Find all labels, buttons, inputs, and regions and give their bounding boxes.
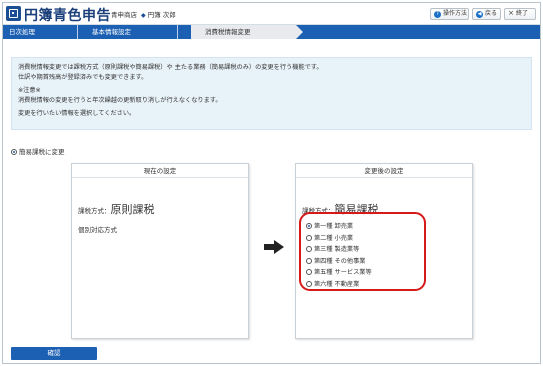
- business-type-option-4[interactable]: 第四種 その他事業: [306, 256, 424, 268]
- radio-icon: [306, 280, 312, 287]
- current-tax-method: 課税方式：原則課税: [78, 201, 155, 217]
- back-button[interactable]: ◀ 戻る: [472, 8, 501, 20]
- simplified-tax-radio-label: 簡易課税に変更: [19, 148, 65, 156]
- new-settings-title: 変更後の設定: [296, 164, 472, 178]
- new-settings-panel: 変更後の設定 課税方式：簡易課税 第一種 卸売業 第二種 小売業 第三種 製造業…: [295, 163, 473, 339]
- info-note-title: ※注意※: [18, 87, 41, 94]
- option-label: 第六種 不動産業: [314, 280, 360, 288]
- breadcrumb-tax-info-change: 消費税情報変更: [191, 25, 296, 39]
- user-icon: ◆: [141, 12, 146, 19]
- app-header: 円簿青色申告 青申商店 ◆ 円簿 次郎 ? 操作方法 ◀ 戻る × 終了: [3, 3, 540, 25]
- help-label: 操作方法: [443, 10, 468, 17]
- info-line-1: 消費税情報変更では課税方式（原則課税や簡易課税）や 主たる業務（簡易課税のみ）の…: [18, 64, 323, 71]
- radio-selected-icon: [11, 149, 17, 155]
- app-logo-icon: [6, 6, 21, 21]
- breadcrumb-daily-processing[interactable]: 日次処理: [9, 25, 35, 39]
- breadcrumb-separator: [177, 25, 178, 39]
- business-type-option-1[interactable]: 第一種 卸売業: [306, 221, 424, 233]
- info-note-line: 消費税情報の変更を行うと年次繰越の更新取り消しが行えなくなります。: [18, 96, 222, 104]
- company-name: 青申商店: [111, 11, 137, 19]
- radio-icon: [306, 257, 312, 264]
- option-label: 第三種 製造業等: [314, 246, 360, 253]
- breadcrumb-current-arrow: [296, 25, 303, 39]
- business-type-option-3[interactable]: 第三種 製造業等: [306, 244, 424, 256]
- radio-icon: [306, 269, 312, 275]
- radio-selected-icon: [306, 223, 312, 229]
- business-type-option-2[interactable]: 第二種 小売業: [306, 233, 424, 245]
- current-settings-panel: 現在の設定 課税方式：原則課税 個別対応方式: [71, 163, 249, 339]
- info-instruction: 変更を行いたい情報を選択してください。: [18, 110, 136, 117]
- breadcrumb: 日次処理 基本情報設定 消費税情報変更: [3, 25, 540, 39]
- breadcrumb-separator: [77, 25, 78, 39]
- business-type-option-5[interactable]: 第五種 サービス業等: [306, 267, 424, 279]
- current-tax-method-label: 課税方式：: [78, 207, 111, 215]
- current-tax-method-value: 原則課税: [110, 203, 155, 216]
- info-panel: 消費税情報変更では課税方式（原則課税や簡易課税）や 主たる業務（簡易課税のみ）の…: [11, 57, 532, 130]
- app-title: 円簿青色申告: [24, 8, 111, 24]
- breadcrumb-basic-settings[interactable]: 基本情報設定: [92, 25, 131, 39]
- option-label: 第二種 小売業: [314, 234, 354, 242]
- business-type-options: 第一種 卸売業 第二種 小売業 第三種 製造業等 第四種 その他事業 第五種 サ…: [299, 212, 426, 291]
- option-label: 第一種 卸売業: [314, 223, 354, 230]
- current-sub-method: 個別対応方式: [78, 226, 117, 234]
- right-arrow-icon: [264, 240, 284, 254]
- radio-icon: [306, 234, 312, 241]
- business-type-option-6[interactable]: 第六種 不動産業: [306, 279, 424, 291]
- app-window: 円簿青色申告 青申商店 ◆ 円簿 次郎 ? 操作方法 ◀ 戻る × 終了 日次処理 基本…: [2, 2, 541, 364]
- current-settings-title: 現在の設定: [72, 164, 248, 178]
- back-arrow-icon: ◀: [476, 11, 483, 18]
- confirm-button[interactable]: 確認: [11, 347, 97, 360]
- exit-button[interactable]: × 終了: [504, 8, 536, 20]
- info-line-2: 仕訳や期首残高が登録済みでも変更できます。: [18, 73, 148, 81]
- user-name: 円簿 次郎: [147, 11, 176, 19]
- option-label: 第四種 その他事業: [314, 257, 366, 265]
- user-name-area: ◆ 円簿 次郎: [141, 9, 176, 19]
- radio-icon: [306, 246, 312, 252]
- simplified-tax-radio[interactable]: 簡易課税に変更: [11, 146, 65, 156]
- close-icon: ×: [508, 9, 514, 17]
- exit-label: 終了: [516, 10, 529, 17]
- back-label: 戻る: [485, 10, 498, 17]
- help-icon: ?: [434, 11, 441, 18]
- option-label: 第五種 サービス業等: [314, 269, 372, 276]
- help-button[interactable]: ? 操作方法: [430, 8, 469, 20]
